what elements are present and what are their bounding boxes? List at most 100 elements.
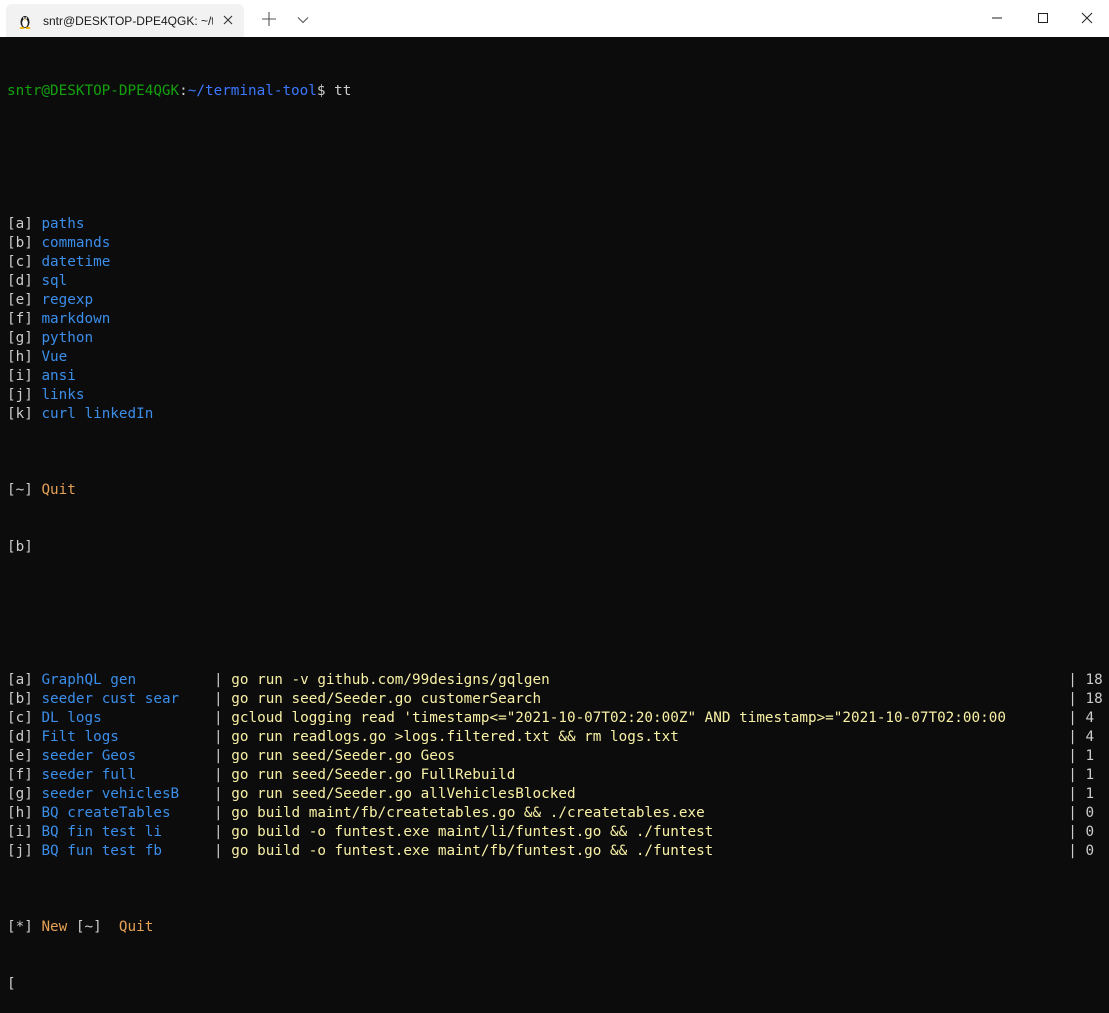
menu-item[interactable]: [a] paths	[7, 215, 1107, 234]
command-row[interactable]: [h] BQ createTables | go build maint/fb/…	[7, 804, 1107, 823]
command-label: BQ fun test fb	[41, 843, 162, 859]
command-separator: |	[205, 805, 232, 821]
footer-new-label[interactable]: New	[41, 919, 67, 935]
menu-item-key: [j]	[7, 387, 42, 403]
plus-icon[interactable]	[261, 11, 277, 27]
terminal-output[interactable]: sntr@DESKTOP-DPE4QGK:~/terminal-tool$ tt…	[7, 44, 1107, 1013]
maximize-icon[interactable]	[1020, 0, 1066, 36]
footer-quit-label[interactable]: Quit	[119, 919, 153, 935]
menu-item-label: python	[41, 330, 94, 346]
command-use-count: | 1	[1068, 748, 1095, 764]
menu-item-label: ansi	[41, 368, 76, 384]
command-use-count: | 0	[1068, 805, 1095, 821]
terminal-tab[interactable]: sntr@DESKTOP-DPE4QGK: ~/te	[6, 4, 244, 37]
minimize-icon[interactable]	[974, 0, 1020, 36]
menu-item-label: commands	[41, 235, 111, 251]
command-separator: |	[205, 786, 232, 802]
cursor-line[interactable]: [	[7, 975, 1107, 994]
menu-item-label: sql	[41, 273, 68, 289]
footer-new-key: [*]	[7, 919, 42, 935]
command-use-count: | 1	[1068, 767, 1095, 783]
tab-title: sntr@DESKTOP-DPE4QGK: ~/te	[43, 13, 213, 28]
command-use-count: | 1	[1068, 786, 1095, 802]
command-separator: |	[205, 672, 232, 688]
command-use-count: | 0	[1068, 824, 1095, 840]
command-row[interactable]: [e] seeder Geos | go run seed/Seeder.go …	[7, 747, 1107, 766]
command-text: go run seed/Seeder.go FullRebuild	[231, 767, 516, 783]
close-icon[interactable]	[1064, 0, 1109, 36]
menu-item[interactable]: [j] links	[7, 386, 1107, 405]
menu-item-key: [k]	[7, 406, 42, 422]
prompt-path: ~/terminal-tool	[187, 83, 317, 99]
menu-quit-label: Quit	[41, 482, 76, 498]
command-row[interactable]: [i] BQ fin test li | go build -o funtest…	[7, 823, 1107, 842]
command-separator: |	[205, 767, 232, 783]
menu-item-label: datetime	[41, 254, 111, 270]
command-separator: |	[205, 748, 232, 764]
menu-item-label: Vue	[41, 349, 68, 365]
command-use-count: | 18	[1068, 691, 1103, 707]
command-separator: |	[205, 843, 232, 859]
command-row[interactable]: [d] Filt logs | go run readlogs.go >logs…	[7, 728, 1107, 747]
menu-item-key: [i]	[7, 368, 42, 384]
prompt-command: tt	[334, 83, 352, 99]
menu-item-key: [c]	[7, 254, 42, 270]
menu-item[interactable]: [f] markdown	[7, 310, 1107, 329]
command-key: [c]	[7, 710, 42, 726]
command-separator: |	[205, 824, 232, 840]
menu-item[interactable]: [d] sql	[7, 272, 1107, 291]
menu-item[interactable]: [c] datetime	[7, 253, 1107, 272]
command-key: [b]	[7, 691, 42, 707]
command-row[interactable]: [g] seeder vehiclesB | go run seed/Seede…	[7, 785, 1107, 804]
command-use-count: | 4	[1068, 729, 1095, 745]
command-label: Filt logs	[41, 729, 119, 745]
command-key: [j]	[7, 843, 42, 859]
menu-item[interactable]: [b] commands	[7, 234, 1107, 253]
menu-input-line: [b]	[7, 539, 33, 555]
command-row[interactable]: [c] DL logs | gcloud logging read 'times…	[7, 709, 1107, 728]
command-text: go run readlogs.go >logs.filtered.txt &&…	[231, 729, 679, 745]
command-row[interactable]: [b] seeder cust sear | go run seed/Seede…	[7, 690, 1107, 709]
command-label: GraphQL gen	[41, 672, 137, 688]
command-label: seeder cust sear	[41, 691, 180, 707]
menu-item[interactable]: [i] ansi	[7, 367, 1107, 386]
menu-item-label: curl linkedIn	[41, 406, 154, 422]
command-label: BQ fin test li	[41, 824, 162, 840]
command-text: go run seed/Seeder.go Geos	[231, 748, 456, 764]
menu-item[interactable]: [k] curl linkedIn	[7, 405, 1107, 424]
prompt-symbol: $	[316, 83, 326, 99]
command-row[interactable]: [f] seeder full | go run seed/Seeder.go …	[7, 766, 1107, 785]
menu-quit-item[interactable]: [~] Quit	[7, 481, 1107, 500]
command-label: seeder full	[41, 767, 137, 783]
menu-item-key: [b]	[7, 235, 42, 251]
command-text: go build -o funtest.exe maint/fb/funtest…	[231, 843, 714, 859]
command-use-count: | 0	[1068, 843, 1095, 859]
command-text: go build -o funtest.exe maint/li/funtest…	[231, 824, 714, 840]
command-row[interactable]: [j] BQ fun test fb | go build -o funtest…	[7, 842, 1107, 861]
menu-item[interactable]: [g] python	[7, 329, 1107, 348]
linux-penguin-icon	[17, 13, 33, 29]
chevron-down-icon[interactable]	[296, 12, 310, 26]
command-key: [f]	[7, 767, 42, 783]
close-tab-icon[interactable]	[220, 12, 236, 28]
command-key: [d]	[7, 729, 42, 745]
command-use-count: | 4	[1068, 710, 1095, 726]
command-text: go run seed/Seeder.go customerSearch	[231, 691, 542, 707]
menu-item-label: markdown	[41, 311, 111, 327]
menu-list: [a] paths [b] commands [c] datetime [d] sql…	[7, 215, 1107, 424]
command-separator: |	[205, 710, 232, 726]
command-row[interactable]: [a] GraphQL gen | go run -v github.com/9…	[7, 671, 1107, 690]
prompt-line: sntr@DESKTOP-DPE4QGK:~/terminal-tool$ tt	[7, 82, 1107, 101]
menu-item-label: regexp	[41, 292, 94, 308]
menu-item[interactable]: [e] regexp	[7, 291, 1107, 310]
command-text: go run seed/Seeder.go allVehiclesBlocked	[231, 786, 576, 802]
command-label: DL logs	[41, 710, 102, 726]
command-key: [g]	[7, 786, 42, 802]
command-separator: |	[205, 729, 232, 745]
menu-item-key: [d]	[7, 273, 42, 289]
command-label: seeder vehiclesB	[41, 786, 180, 802]
command-use-count: | 18	[1068, 672, 1103, 688]
menu-item[interactable]: [h] Vue	[7, 348, 1107, 367]
